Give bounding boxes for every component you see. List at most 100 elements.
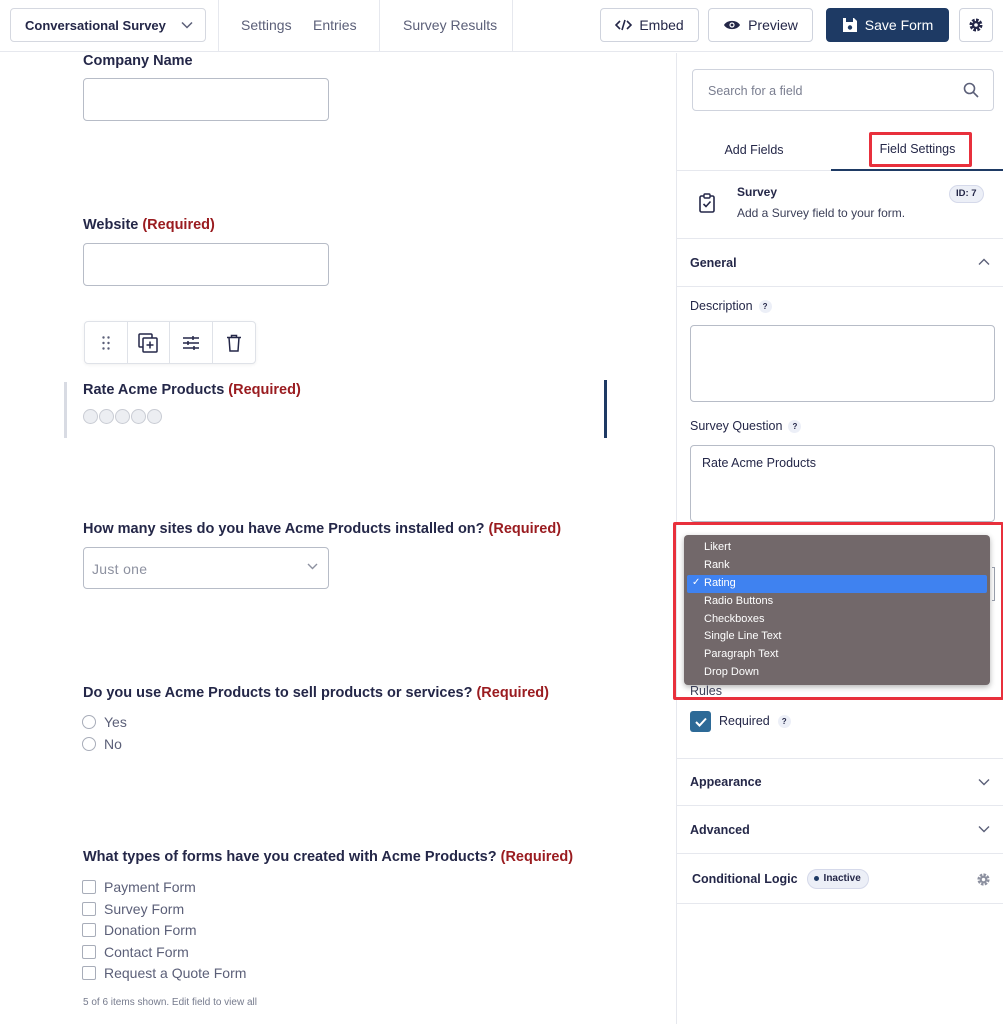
description-label: Description?	[690, 299, 772, 313]
help-icon[interactable]: ?	[758, 299, 772, 313]
types-label: What types of forms have you created wit…	[83, 849, 574, 865]
required-marker: (Required)	[142, 217, 215, 233]
check-icon	[694, 717, 707, 727]
items-note: 5 of 6 items shown. Edit field to view a…	[83, 997, 257, 1008]
trash-icon	[226, 334, 241, 352]
star-icon[interactable]	[115, 409, 130, 424]
checkbox-option[interactable]: Payment Form	[82, 879, 196, 895]
required-checkbox[interactable]	[690, 711, 711, 732]
rating-stars[interactable]	[83, 409, 162, 424]
survey-type-menu[interactable]: Likert Rank ✓ Rating Radio Buttons Checkboxes…	[684, 535, 990, 685]
field-type-title: Survey	[737, 185, 778, 199]
gear-icon[interactable]	[976, 872, 991, 887]
save-form-button[interactable]: Save Form	[826, 8, 949, 42]
selected-field-indicator	[604, 380, 607, 438]
checkbox[interactable]	[82, 902, 96, 916]
star-icon[interactable]	[131, 409, 146, 424]
checkbox[interactable]	[82, 966, 96, 980]
required-label: Required?	[719, 714, 791, 728]
required-marker: (Required)	[500, 849, 574, 865]
code-icon	[615, 19, 633, 31]
survey-question-label: Survey Question?	[690, 419, 802, 433]
form-switcher[interactable]: Conversational Survey	[10, 8, 206, 42]
star-icon[interactable]	[83, 409, 98, 424]
chevron-down-icon	[307, 563, 318, 570]
conditional-logic-section[interactable]: Conditional Logic Inactive	[677, 854, 1003, 904]
drag-icon	[102, 335, 110, 350]
checkbox-option[interactable]: Survey Form	[82, 901, 184, 917]
embed-button[interactable]: Embed	[600, 8, 699, 42]
chevron-down-icon	[978, 779, 990, 786]
checkbox-option[interactable]: Request a Quote Form	[82, 965, 246, 981]
star-icon[interactable]	[99, 409, 114, 424]
form-settings-button[interactable]	[959, 8, 993, 42]
help-icon[interactable]: ?	[788, 419, 802, 433]
survey-type-option[interactable]: Drop Down	[687, 664, 987, 682]
survey-type-option[interactable]: Checkboxes	[687, 611, 987, 629]
field-toolbar	[84, 321, 256, 364]
survey-type-option[interactable]: Paragraph Text	[687, 646, 987, 664]
sites-dropdown[interactable]: Just one	[83, 547, 329, 589]
star-icon[interactable]	[147, 409, 162, 424]
field-search-input[interactable]: Search for a field	[692, 69, 994, 111]
company-name-input[interactable]	[83, 78, 329, 121]
checkbox[interactable]	[82, 923, 96, 937]
sell-label: Do you use Acme Products to sell product…	[83, 685, 549, 701]
drag-handle[interactable]	[85, 322, 128, 363]
checkbox-option[interactable]: Donation Form	[82, 922, 197, 938]
highlight-box	[869, 132, 972, 167]
check-icon: ✓	[692, 576, 701, 588]
chevron-down-icon	[181, 21, 193, 29]
description-textarea[interactable]	[690, 325, 995, 402]
checkbox[interactable]	[82, 945, 96, 959]
survey-results-link[interactable]: Survey Results	[403, 17, 497, 33]
survey-type-option[interactable]: ✓ Rating	[687, 574, 987, 593]
tab-add-fields[interactable]: Add Fields	[677, 129, 831, 171]
sites-label: How many sites do you have Acme Products…	[83, 521, 562, 537]
appearance-section-toggle[interactable]: Appearance	[677, 758, 1003, 806]
form-name: Conversational Survey	[25, 18, 166, 33]
checkbox-option[interactable]: Contact Form	[82, 944, 189, 960]
duplicate-button[interactable]	[128, 322, 170, 363]
field-id-badge: ID: 7	[949, 185, 984, 203]
chevron-down-icon	[978, 826, 990, 833]
radio-option[interactable]: No	[82, 736, 122, 752]
radio-button[interactable]	[82, 737, 96, 751]
entries-link[interactable]: Entries	[313, 17, 357, 33]
save-icon	[842, 18, 857, 32]
required-marker: (Required)	[488, 521, 562, 537]
duplicate-icon	[138, 332, 158, 353]
divider	[379, 0, 380, 52]
settings-link[interactable]: Settings	[241, 17, 292, 33]
general-section-toggle[interactable]: General	[677, 239, 1003, 287]
survey-type-option[interactable]: Rank	[687, 557, 987, 575]
divider	[218, 0, 219, 52]
help-icon[interactable]: ?	[777, 714, 791, 728]
radio-button[interactable]	[82, 715, 96, 729]
rules-label: Rules	[690, 684, 722, 698]
search-icon	[963, 82, 979, 98]
checkbox[interactable]	[82, 880, 96, 894]
selection-indicator	[64, 382, 67, 438]
field-settings-button[interactable]	[170, 322, 213, 363]
survey-type-option[interactable]: Radio Buttons	[687, 593, 987, 611]
delete-button[interactable]	[213, 322, 255, 363]
preview-button[interactable]: Preview	[708, 8, 813, 42]
website-label: Website (Required)	[83, 217, 215, 233]
advanced-section-toggle[interactable]: Advanced	[677, 806, 1003, 854]
survey-type-option[interactable]: Likert	[687, 539, 987, 557]
survey-question-textarea[interactable]: Rate Acme Products	[690, 445, 995, 522]
website-input[interactable]	[83, 243, 329, 286]
clipboard-check-icon	[699, 193, 715, 213]
divider	[512, 0, 513, 52]
required-marker: (Required)	[476, 685, 549, 701]
radio-option[interactable]: Yes	[82, 714, 127, 730]
status-badge: Inactive	[806, 868, 869, 889]
field-type-description: Add a Survey field to your form.	[737, 206, 906, 220]
gear-icon	[969, 18, 983, 32]
top-bar: Conversational Survey Settings Entries S…	[0, 0, 1003, 52]
eye-icon	[724, 20, 741, 30]
field-info: Survey Add a Survey field to your form. …	[677, 171, 1003, 239]
field-sidebar: Search for a field Add Fields Field Sett…	[673, 53, 1003, 1024]
survey-type-option[interactable]: Single Line Text	[687, 628, 987, 646]
